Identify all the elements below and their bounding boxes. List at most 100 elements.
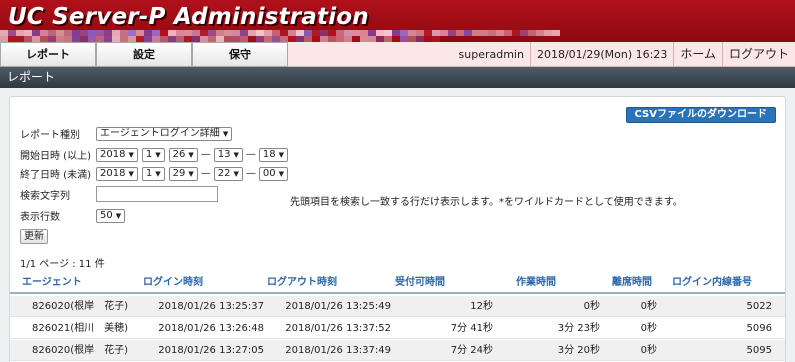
rows-row: 表示行数 50 ▼: [20, 208, 126, 223]
col-extension[interactable]: ログイン内線番号: [664, 274, 785, 292]
end-day-select[interactable]: 29 ▼: [168, 166, 198, 181]
end-month-select[interactable]: 1 ▼: [141, 166, 165, 181]
rows-value: 50: [100, 209, 113, 221]
chevron-down-icon: ▼: [233, 169, 239, 178]
chevron-down-icon: ▼: [278, 150, 284, 159]
cell-agent: 826021(相川 美穂): [32, 323, 128, 334]
cell-logout-time: 2018/01/26 13:37:52: [285, 323, 391, 334]
pixel-block: [512, 30, 520, 36]
chevron-down-icon: ▼: [155, 150, 161, 159]
cell-login-time: 2018/01/26 13:27:05: [158, 345, 264, 356]
cell-away-time: 0秒: [640, 345, 657, 356]
pixel-block: [440, 30, 448, 36]
home-link[interactable]: ホーム: [673, 42, 722, 67]
col-available-time[interactable]: 受付可時間: [363, 274, 478, 292]
cell-logout-time: 2018/01/26 13:25:49: [285, 301, 391, 312]
rows-select[interactable]: 50 ▼: [96, 208, 126, 223]
app-banner: UC Server-P Administration: [0, 0, 795, 42]
end-hour-select[interactable]: 22 ▼: [213, 166, 243, 181]
start-datetime-row: 開始日時 (以上) 2018 ▼ 1 ▼ 26 ▼ — 13 ▼ — 18 ▼: [20, 147, 288, 162]
table-row: 826020(根岸 花子) 2018/01/26 13:25:37 2018/01/…: [10, 296, 785, 317]
cell-login-time: 2018/01/26 13:25:37: [158, 301, 264, 312]
cell-work-time: 3分 20秒: [557, 345, 600, 356]
range-dash: —: [245, 149, 256, 160]
end-minute-select[interactable]: 00 ▼: [258, 166, 288, 181]
start-day-value: 26: [172, 148, 186, 160]
pixel-block: [520, 30, 528, 36]
chevron-down-icon: ▼: [233, 150, 239, 159]
range-dash: —: [200, 168, 211, 179]
col-logout-time[interactable]: ログアウト時刻: [239, 274, 363, 292]
section-header: レポート: [0, 67, 795, 88]
pixel-block: [472, 30, 480, 36]
end-hour-value: 22: [217, 167, 231, 179]
report-type-row: レポート種別 エージェントログイン詳細 ▼: [20, 126, 233, 141]
pixel-block: [504, 30, 512, 36]
end-year-select[interactable]: 2018 ▼: [96, 166, 138, 181]
logout-link[interactable]: ログアウト: [721, 42, 795, 67]
range-dash: —: [200, 149, 211, 160]
start-month-value: 1: [145, 148, 153, 160]
start-datetime-label: 開始日時 (以上): [20, 151, 91, 162]
cell-away-time: 0秒: [640, 323, 657, 334]
cell-available-time: 12秒: [470, 301, 493, 312]
pixel-block: [456, 30, 464, 36]
rows-label: 表示行数: [20, 212, 60, 223]
chevron-down-icon: ▼: [222, 129, 229, 138]
tab-report[interactable]: レポート: [0, 42, 96, 67]
pixel-block: [536, 30, 544, 36]
chevron-down-icon: ▼: [278, 169, 284, 178]
top-nav: レポート 設定 保守 superadmin 2018/01/29(Mon) 16…: [0, 42, 795, 67]
pixel-block: [544, 30, 552, 36]
chevron-down-icon: ▼: [188, 150, 194, 159]
end-month-value: 1: [145, 167, 153, 179]
cell-available-time: 7分 41秒: [450, 323, 493, 334]
table-header: エージェント ログイン時刻 ログアウト時刻 受付可時間 作業時間 離席時間 ログ…: [10, 274, 785, 294]
start-minute-select[interactable]: 18 ▼: [258, 147, 288, 162]
col-agent[interactable]: エージェント: [10, 274, 115, 292]
pixel-block: [464, 30, 472, 36]
update-button[interactable]: 更新: [20, 229, 48, 244]
app-title: UC Server-P Administration: [8, 4, 369, 30]
cell-agent: 826020(根岸 花子): [32, 301, 128, 312]
table-row: 826020(根岸 花子) 2018/01/26 13:27:05 2018/01/…: [10, 340, 785, 361]
cell-away-time: 0秒: [640, 301, 657, 312]
report-panel: CSVファイルのダウンロード レポート種別 エージェントログイン詳細 ▼ 開始日時…: [9, 96, 786, 362]
start-year-select[interactable]: 2018 ▼: [96, 147, 138, 162]
tab-settings[interactable]: 設定: [96, 42, 192, 67]
pixel-block: [480, 30, 488, 36]
search-hint: 先頭項目を検索し一致する行だけ表示します。*をワイルドカードとして使用できます。: [290, 197, 683, 208]
end-year-value: 2018: [100, 167, 126, 179]
tab-maintenance[interactable]: 保守: [192, 42, 288, 67]
search-label: 検索文字列: [20, 190, 70, 202]
chevron-down-icon: ▼: [128, 150, 134, 159]
cell-login-time: 2018/01/26 13:26:48: [158, 323, 264, 334]
end-day-value: 29: [172, 167, 186, 179]
csv-download-button[interactable]: CSVファイルのダウンロード: [625, 107, 776, 123]
col-login-time[interactable]: ログイン時刻: [115, 274, 239, 292]
start-day-select[interactable]: 26 ▼: [168, 147, 198, 162]
cell-extension: 5022: [746, 301, 772, 312]
pixel-block: [488, 30, 496, 36]
cell-logout-time: 2018/01/26 13:37:49: [285, 345, 391, 356]
cell-extension: 5095: [746, 345, 772, 356]
report-type-label: レポート種別: [20, 130, 80, 141]
col-away-time[interactable]: 離席時間: [588, 274, 664, 292]
cell-work-time: 0秒: [583, 301, 600, 312]
pixel-block: [528, 30, 536, 36]
cell-agent: 826020(根岸 花子): [32, 345, 128, 356]
col-work-time[interactable]: 作業時間: [478, 274, 588, 292]
cell-extension: 5096: [746, 323, 772, 334]
pixel-block: [552, 30, 560, 36]
start-year-value: 2018: [100, 148, 126, 160]
cell-available-time: 7分 24秒: [450, 345, 493, 356]
end-datetime-row: 終了日時 (未満) 2018 ▼ 1 ▼ 29 ▼ — 22 ▼ — 00 ▼: [20, 166, 288, 181]
banner-pixel-decoration: [0, 30, 560, 42]
start-hour-select[interactable]: 13 ▼: [213, 147, 243, 162]
table-row: 826021(相川 美穂) 2018/01/26 13:26:48 2018/01/…: [10, 318, 785, 339]
search-input[interactable]: [96, 186, 218, 202]
report-type-select[interactable]: エージェントログイン詳細 ▼: [96, 126, 233, 141]
main-tabs: レポート 設定 保守: [0, 42, 288, 67]
start-hour-value: 13: [217, 148, 231, 160]
start-month-select[interactable]: 1 ▼: [141, 147, 165, 162]
